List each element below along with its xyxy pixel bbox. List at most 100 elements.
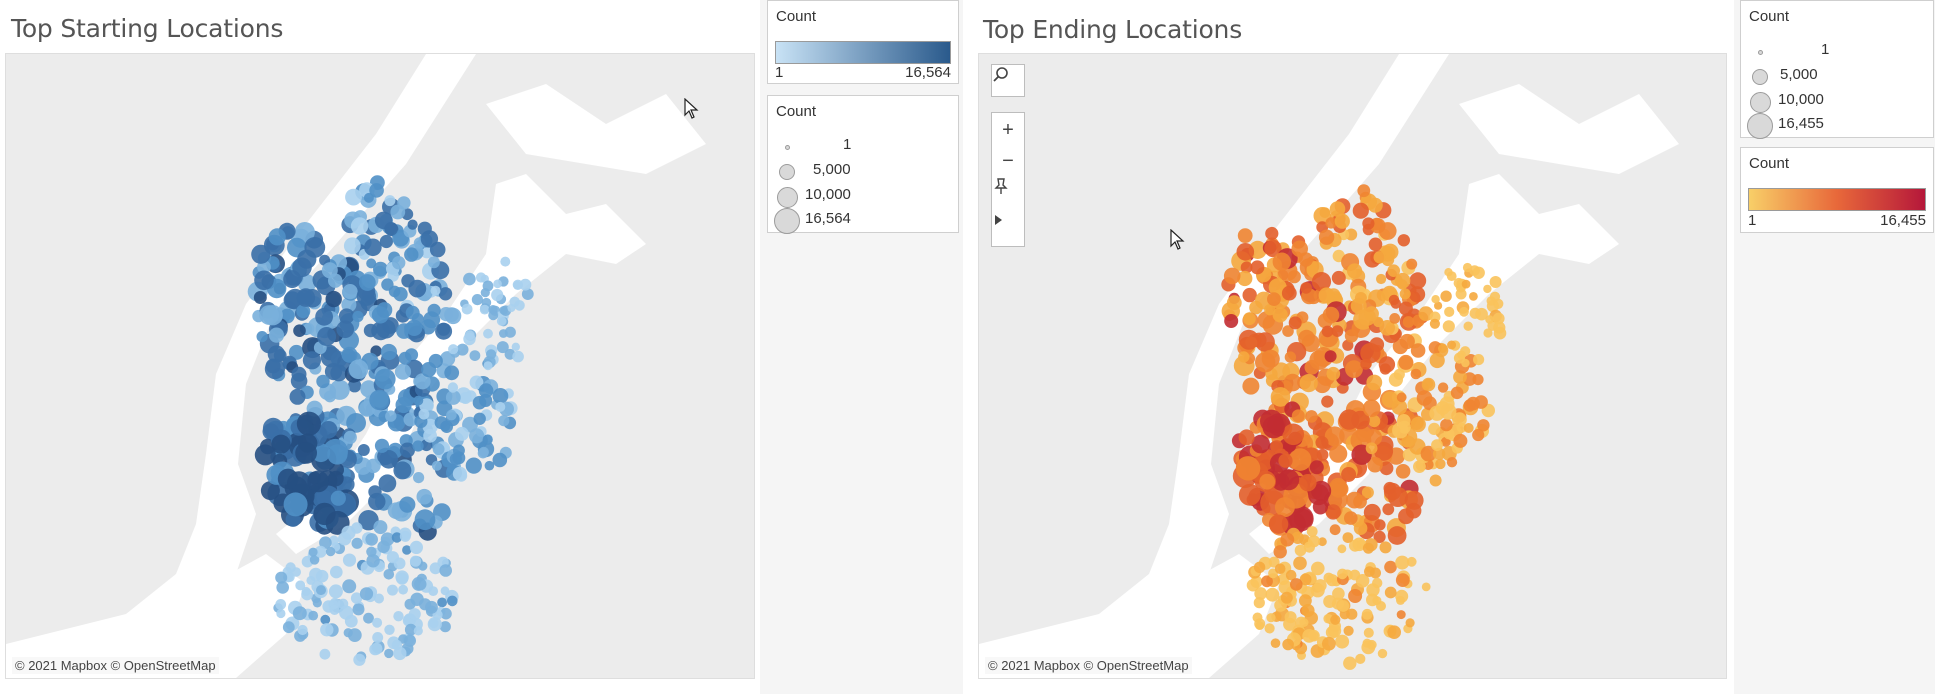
- station-dot[interactable]: [1387, 625, 1401, 639]
- station-dot[interactable]: [380, 343, 397, 361]
- station-dot[interactable]: [1278, 469, 1300, 491]
- station-dot[interactable]: [1475, 307, 1488, 321]
- station-dot[interactable]: [1330, 614, 1341, 625]
- station-dot[interactable]: [1281, 285, 1297, 301]
- station-dot[interactable]: [409, 555, 422, 567]
- station-dot[interactable]: [421, 362, 437, 378]
- station-dot[interactable]: [399, 496, 416, 513]
- station-dot[interactable]: [1399, 288, 1411, 300]
- station-dot[interactable]: [1282, 638, 1294, 651]
- station-dot[interactable]: [1457, 350, 1466, 360]
- station-dot[interactable]: [1274, 563, 1286, 575]
- station-dot[interactable]: [1237, 228, 1253, 244]
- station-dot[interactable]: [391, 639, 403, 651]
- station-dot[interactable]: [268, 228, 286, 246]
- station-dot[interactable]: [483, 328, 493, 339]
- station-dot[interactable]: [1453, 433, 1468, 448]
- station-dot[interactable]: [1372, 577, 1383, 589]
- station-dot[interactable]: [302, 351, 321, 370]
- station-dot[interactable]: [1347, 263, 1363, 279]
- station-dot[interactable]: [395, 396, 412, 414]
- station-dot[interactable]: [1421, 377, 1436, 392]
- station-dot[interactable]: [456, 343, 469, 356]
- station-dot[interactable]: [328, 584, 343, 599]
- station-dot[interactable]: [373, 520, 388, 535]
- station-dot[interactable]: [1273, 545, 1287, 559]
- station-dot[interactable]: [336, 320, 355, 339]
- station-dot[interactable]: [293, 324, 306, 338]
- station-dot[interactable]: [1309, 460, 1324, 475]
- station-dot[interactable]: [1299, 474, 1317, 492]
- station-dot[interactable]: [1388, 372, 1403, 387]
- station-dot[interactable]: [1395, 555, 1410, 570]
- station-dot[interactable]: [448, 344, 459, 355]
- station-dot[interactable]: [268, 327, 285, 343]
- station-dot[interactable]: [1437, 382, 1449, 393]
- station-dot[interactable]: [1373, 251, 1386, 264]
- station-dot[interactable]: [1461, 279, 1471, 289]
- station-dot[interactable]: [282, 621, 295, 634]
- station-dot[interactable]: [496, 341, 509, 354]
- station-dot[interactable]: [277, 468, 299, 490]
- station-dot[interactable]: [1492, 312, 1505, 325]
- station-dot[interactable]: [351, 522, 363, 534]
- station-dot[interactable]: [1394, 272, 1411, 289]
- station-dot[interactable]: [1274, 497, 1295, 518]
- station-dot[interactable]: [430, 285, 441, 296]
- station-dot[interactable]: [512, 350, 524, 363]
- station-dot[interactable]: [479, 304, 490, 315]
- station-dot[interactable]: [358, 274, 376, 291]
- station-dot[interactable]: [1331, 270, 1346, 285]
- station-dot[interactable]: [432, 443, 445, 456]
- station-dot[interactable]: [378, 474, 397, 493]
- station-dot[interactable]: [370, 642, 383, 655]
- station-dot[interactable]: [482, 434, 493, 445]
- station-dot[interactable]: [1348, 589, 1363, 603]
- station-dot[interactable]: [1461, 358, 1470, 368]
- station-dot[interactable]: [1326, 366, 1341, 381]
- station-dot[interactable]: [1421, 582, 1431, 592]
- station-dot[interactable]: [420, 230, 439, 248]
- station-dot[interactable]: [308, 610, 319, 621]
- station-dot[interactable]: [408, 608, 421, 621]
- station-dot[interactable]: [368, 492, 386, 511]
- station-dot[interactable]: [463, 272, 476, 286]
- station-dot[interactable]: [1329, 444, 1348, 463]
- station-dot[interactable]: [372, 617, 383, 628]
- station-dot[interactable]: [1284, 611, 1297, 624]
- station-dot[interactable]: [283, 492, 308, 517]
- station-dot[interactable]: [325, 546, 336, 557]
- station-dot[interactable]: [264, 358, 285, 380]
- station-dot[interactable]: [1361, 608, 1373, 620]
- station-dot[interactable]: [471, 294, 483, 306]
- station-dot[interactable]: [1224, 314, 1239, 328]
- station-dot[interactable]: [1335, 634, 1350, 649]
- station-dot[interactable]: [373, 261, 388, 277]
- station-dot[interactable]: [394, 363, 412, 380]
- station-dot[interactable]: [461, 303, 473, 315]
- station-dot[interactable]: [1293, 556, 1307, 570]
- station-dot[interactable]: [1428, 422, 1441, 435]
- zoom-out-icon[interactable]: −: [992, 146, 1024, 176]
- station-dot[interactable]: [1397, 234, 1410, 247]
- station-dot[interactable]: [1360, 358, 1372, 370]
- station-dot[interactable]: [1291, 409, 1305, 423]
- station-dot[interactable]: [1395, 573, 1410, 587]
- station-dot[interactable]: [321, 262, 338, 279]
- station-dot[interactable]: [343, 430, 357, 444]
- station-dot[interactable]: [342, 553, 357, 567]
- station-dot[interactable]: [348, 359, 369, 380]
- station-dot[interactable]: [1410, 416, 1426, 433]
- station-dot[interactable]: [292, 606, 307, 621]
- station-dot[interactable]: [343, 237, 361, 255]
- station-dot[interactable]: [374, 438, 390, 453]
- station-dot[interactable]: [256, 331, 268, 343]
- station-dot[interactable]: [1331, 325, 1344, 337]
- station-dot[interactable]: [1266, 613, 1276, 623]
- station-dot[interactable]: [393, 611, 404, 622]
- station-dot[interactable]: [1483, 328, 1493, 338]
- station-dot[interactable]: [1367, 197, 1383, 213]
- station-dot[interactable]: [1337, 600, 1350, 612]
- station-dot[interactable]: [514, 300, 525, 311]
- station-dot[interactable]: [1325, 626, 1339, 639]
